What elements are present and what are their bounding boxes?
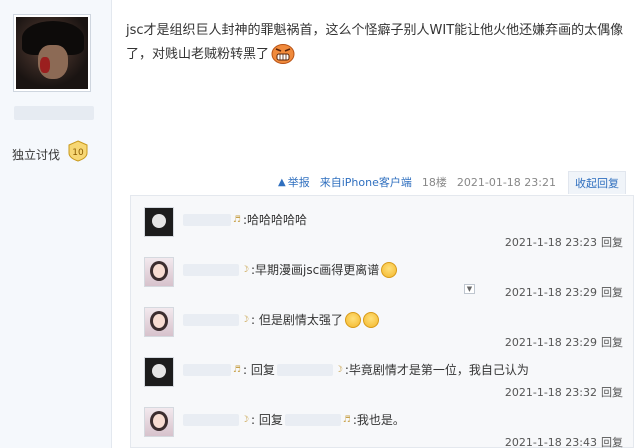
chevron-down-icon[interactable]: ▼ (464, 284, 475, 294)
commenter-name-blurred[interactable] (183, 313, 239, 326)
comment-line: ☽ :早期漫画jsc画得更离谱 (183, 261, 398, 278)
name-badge-icon: ♬ (342, 414, 351, 425)
commenter-avatar[interactable] (144, 207, 174, 237)
level-number: 10 (72, 148, 84, 158)
commenter-avatar[interactable] (144, 307, 174, 337)
name-badge-icon: ♬ (233, 214, 242, 225)
commenter-name-blurred[interactable] (183, 213, 231, 226)
comment-time: 2021-1-18 23:43 回复 (505, 434, 623, 448)
user-sidebar: 独立讨伐 10 (0, 0, 112, 448)
commenter-name-blurred[interactable] (183, 413, 239, 426)
level-badge-icon[interactable]: 10 (67, 140, 89, 162)
comment-line: ♬ : 回复 ☽ :毕竟剧情才是第一位，我自己认为 (183, 361, 529, 378)
comment-item: ♬ :哈哈哈哈哈 2021-1-18 23:23 回复 (131, 198, 633, 249)
user-title-tag: 独立讨伐 (12, 148, 61, 162)
reply-link[interactable]: 回复 (601, 436, 623, 448)
collapse-reply-button[interactable]: 收起回复 (568, 170, 626, 194)
post-content: jsc才是组织巨人封神的罪魁祸首，这么个怪癖子别人WIT能让他火他还嫌弃画的太偶… (126, 19, 632, 66)
comment-text: : 但是剧情太强了 (251, 313, 343, 327)
comment-item: ☽ :早期漫画jsc画得更离谱 2021-1-18 23:29 回复 (131, 248, 633, 299)
comment-timestamp: 2021-1-18 23:43 (504, 436, 597, 448)
commenter-avatar[interactable] (144, 257, 174, 287)
comment-item: ♬ : 回复 ☽ :毕竟剧情才是第一位，我自己认为 2021-1-18 23:3… (131, 348, 633, 399)
reply-prefix: : 回复 (243, 363, 275, 377)
post-meta-bar: ▲ 举报 来自iPhone客户端 18楼 2021-01-18 23:21 收起… (278, 170, 626, 194)
commenter-name-blurred[interactable] (183, 363, 231, 376)
commenter-avatar[interactable] (144, 407, 174, 437)
laugh-emoji-icon (362, 311, 379, 328)
report-icon[interactable]: ▲ (278, 177, 286, 188)
comment-text: :哈哈哈哈哈 (243, 213, 308, 227)
name-badge-icon: ♬ (233, 364, 242, 375)
comment-line: ☽ : 回复 ♬ :我也是。 (183, 411, 405, 428)
name-badge-icon: ☽ (241, 414, 250, 425)
name-badge-icon: ☽ (334, 364, 343, 375)
comment-item: ☽ : 但是剧情太强了 2021-1-18 23:29 回复 (131, 298, 633, 349)
comment-text: :我也是。 (352, 413, 405, 427)
comment-line: ☽ : 但是剧情太强了 (183, 311, 379, 328)
user-avatar[interactable] (13, 14, 91, 92)
mentioned-user-blurred[interactable] (276, 363, 333, 376)
post-body-text: jsc才是组织巨人封神的罪魁祸首，这么个怪癖子别人WIT能让他火他还嫌弃画的太偶… (126, 23, 624, 62)
angry-face-icon (271, 44, 295, 64)
laugh-emoji-icon (344, 311, 361, 328)
comment-line: ♬ :哈哈哈哈哈 (183, 211, 307, 228)
comment-list: ♬ :哈哈哈哈哈 2021-1-18 23:23 回复 ☽ :早期漫画jsc画得更… (130, 195, 634, 448)
post-datetime: 2021-01-18 23:21 (456, 175, 556, 189)
report-link[interactable]: 举报 (288, 174, 310, 190)
comment-item: ☽ : 回复 ♬ :我也是。 2021-1-18 23:43 回复 (131, 398, 633, 448)
floor-number: 18楼 (421, 176, 447, 189)
laugh-emoji-icon (381, 261, 398, 278)
commenter-avatar[interactable] (144, 357, 174, 387)
reply-prefix: : 回复 (251, 413, 283, 427)
mentioned-user-blurred[interactable] (284, 413, 341, 426)
commenter-name-blurred[interactable] (183, 263, 239, 276)
client-source[interactable]: 来自iPhone客户端 (320, 174, 412, 190)
comment-text: :早期漫画jsc画得更离谱 (251, 263, 380, 277)
comment-text: :毕竟剧情才是第一位，我自己认为 (344, 363, 529, 377)
name-badge-icon: ☽ (241, 314, 250, 325)
name-badge-icon: ☽ (241, 264, 250, 275)
username-blurred[interactable] (14, 106, 94, 120)
